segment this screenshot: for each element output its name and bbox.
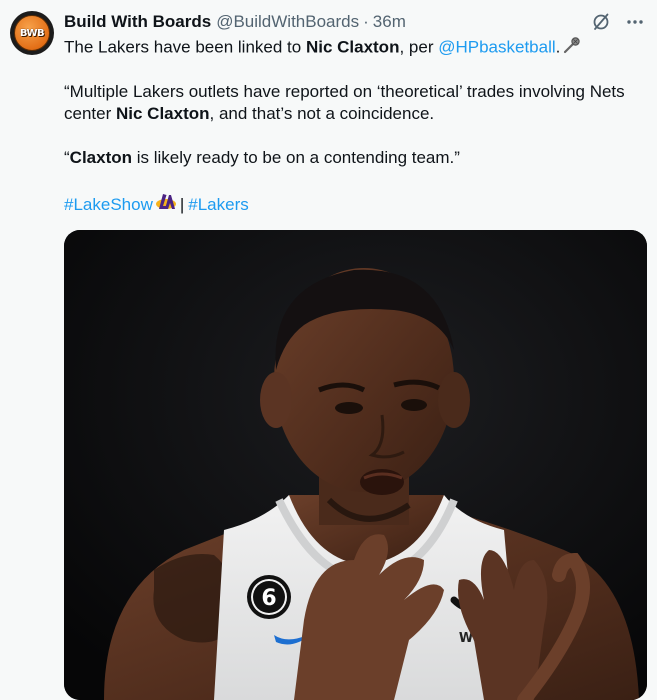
text-segment: The Lakers have been linked to	[64, 37, 306, 57]
player-name: Nic Claxton	[115, 104, 210, 123]
tweet-hashtags: #LakeShow | #Lakers	[64, 192, 644, 218]
text-segment: , per	[399, 37, 439, 57]
tweet-text: The Lakers have been linked to Nic Claxt…	[64, 36, 644, 218]
hashtag-separator: |	[179, 195, 185, 214]
avatar-text: BWB	[19, 27, 45, 39]
author-handle[interactable]: @BuildWithBoards	[216, 12, 359, 32]
player-photo: 6 Webull	[64, 230, 647, 700]
text-segment: , and that’s not a coincidence.	[209, 104, 435, 123]
player-name: Claxton	[69, 148, 133, 167]
author-display-name[interactable]: Build With Boards	[64, 12, 211, 32]
tweet-line-1: The Lakers have been linked to Nic Claxt…	[64, 36, 644, 58]
avatar-logo: BWB	[14, 15, 50, 51]
hashtag-lakers[interactable]: #Lakers	[188, 194, 248, 216]
tweet-paragraph-3: “Claxton is likely ready to be on a cont…	[64, 147, 644, 169]
tweet-paragraph-2: “Multiple Lakers outlets have reported o…	[64, 81, 644, 125]
microphone-emoji-icon	[562, 36, 582, 60]
tweet-media-photo[interactable]: 6 Webull	[64, 230, 647, 700]
text-segment: is likely ready to be on a contending te…	[132, 148, 460, 167]
header-separator: ·	[363, 12, 369, 31]
grok-icon[interactable]	[591, 12, 611, 32]
mention-link[interactable]: @HPbasketball	[438, 37, 555, 56]
tweet[interactable]: BWB Build With Boards @BuildWithBoards ·…	[0, 0, 657, 700]
lakers-logo-emoji-icon	[155, 192, 177, 218]
jersey-number: 6	[261, 586, 276, 611]
tweet-header: Build With Boards @BuildWithBoards · 36m	[64, 11, 406, 33]
player-name: Nic Claxton	[305, 37, 400, 57]
text-segment: .	[555, 37, 561, 57]
hashtag-lakeshow[interactable]: #LakeShow	[64, 194, 153, 216]
avatar[interactable]: BWB	[10, 11, 54, 55]
more-icon[interactable]	[625, 12, 645, 32]
tweet-timestamp[interactable]: 36m	[373, 12, 406, 32]
tweet-actions	[591, 12, 645, 32]
